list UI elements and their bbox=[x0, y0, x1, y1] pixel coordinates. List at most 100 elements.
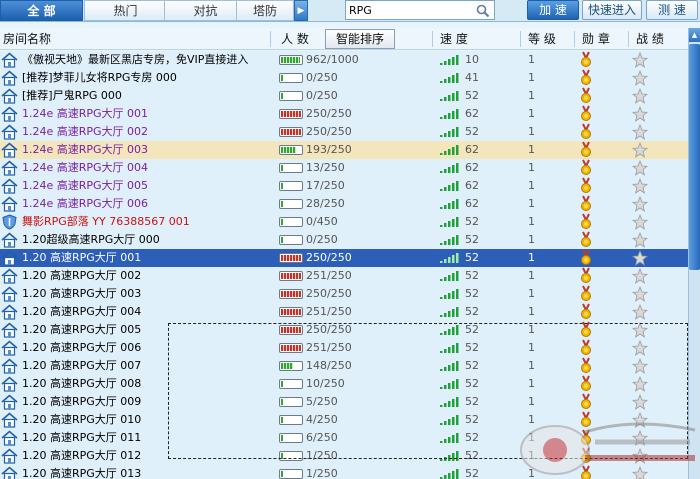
room-row[interactable]: [推荐]梦菲儿女将RPG专房 000 0/250 41 1 bbox=[0, 69, 688, 87]
room-speed: 62 bbox=[465, 107, 479, 120]
tab-tower-defense[interactable]: 塔防 bbox=[236, 0, 294, 21]
room-row[interactable]: 1.24e 高速RPG大厅 006 28/250 62 1 bbox=[0, 195, 688, 213]
tab-hot[interactable]: 热门 bbox=[84, 0, 167, 21]
occupancy-fill bbox=[281, 111, 301, 117]
occupancy-bar bbox=[279, 217, 303, 227]
search-icon[interactable] bbox=[476, 4, 490, 18]
room-name: 1.24e 高速RPG大厅 003 bbox=[22, 143, 149, 156]
signal-icon bbox=[440, 271, 459, 281]
tab-scroll-right-icon[interactable]: ▶ bbox=[294, 0, 308, 21]
occupancy-fill bbox=[281, 435, 283, 441]
occupancy-bar bbox=[279, 163, 303, 173]
record-star-icon bbox=[632, 178, 648, 194]
search-box[interactable] bbox=[345, 0, 495, 20]
scroll-up-icon[interactable]: ▲ bbox=[689, 28, 700, 42]
record-star-icon bbox=[632, 268, 648, 284]
room-name: 1.24e 高速RPG大厅 004 bbox=[22, 161, 149, 174]
search-input[interactable] bbox=[349, 3, 474, 18]
tab-versus[interactable]: 对抗 bbox=[164, 0, 247, 21]
smart-sort-button[interactable]: 智能排序 bbox=[325, 29, 395, 49]
room-row[interactable]: [推荐]尸鬼RPG 000 0/250 52 1 bbox=[0, 87, 688, 105]
room-level: 1 bbox=[528, 161, 535, 174]
room-row[interactable]: 1.20 高速RPG大厅 009 5/250 52 1 bbox=[0, 393, 688, 411]
house-icon bbox=[1, 142, 18, 158]
quick-enter-button[interactable]: 快速进入 bbox=[582, 0, 642, 20]
room-row[interactable]: 《傲视天地》最新区黑店专房，免VIP直接进入 962/1000 10 1 bbox=[0, 51, 688, 69]
room-row[interactable]: 1.20 高速RPG大厅 006 251/250 52 1 bbox=[0, 339, 688, 357]
signal-icon bbox=[440, 343, 459, 353]
room-row[interactable]: 1.20 高速RPG大厅 004 251/250 52 1 bbox=[0, 303, 688, 321]
record-star-icon bbox=[632, 160, 648, 176]
vertical-scrollbar[interactable]: ▲ bbox=[688, 28, 700, 479]
house-icon bbox=[1, 178, 18, 194]
occupancy-bar bbox=[279, 451, 303, 461]
occupancy-fill bbox=[281, 327, 301, 333]
medal-icon bbox=[581, 447, 591, 463]
speed-up-button[interactable]: 加 速 bbox=[527, 0, 579, 20]
record-star-icon bbox=[632, 322, 648, 338]
room-row[interactable]: 1.24e 高速RPG大厅 005 17/250 62 1 bbox=[0, 177, 688, 195]
room-speed: 52 bbox=[465, 341, 479, 354]
room-level: 1 bbox=[528, 359, 535, 372]
room-count: 13/250 bbox=[306, 161, 345, 174]
room-speed: 52 bbox=[465, 449, 479, 462]
room-row[interactable]: 1.20 高速RPG大厅 002 251/250 52 1 bbox=[0, 267, 688, 285]
room-count: 0/250 bbox=[306, 71, 338, 84]
house-icon bbox=[1, 394, 18, 410]
room-speed: 52 bbox=[465, 287, 479, 300]
test-speed-button[interactable]: 测 速 bbox=[646, 0, 698, 20]
room-row[interactable]: 1.20 高速RPG大厅 013 1/250 52 1 bbox=[0, 465, 688, 479]
tab-all[interactable]: 全 部 bbox=[0, 0, 83, 21]
scroll-thumb[interactable] bbox=[689, 44, 700, 270]
signal-icon bbox=[440, 433, 459, 443]
record-star-icon bbox=[632, 52, 648, 68]
room-name: 1.20 高速RPG大厅 002 bbox=[22, 269, 142, 282]
header-divider bbox=[432, 31, 433, 47]
signal-icon bbox=[440, 253, 459, 263]
room-row[interactable]: 1.24e 高速RPG大厅 002 250/250 52 1 bbox=[0, 123, 688, 141]
room-row[interactable]: 1.20 高速RPG大厅 005 250/250 52 1 bbox=[0, 321, 688, 339]
room-row[interactable]: 1.20 高速RPG大厅 003 250/250 52 1 bbox=[0, 285, 688, 303]
room-speed: 52 bbox=[465, 467, 479, 479]
header-level[interactable]: 等 级 bbox=[528, 28, 556, 50]
room-row[interactable]: 1.20 高速RPG大厅 008 10/250 52 1 bbox=[0, 375, 688, 393]
room-row[interactable]: 1.24e 高速RPG大厅 003 193/250 62 1 bbox=[0, 141, 688, 159]
medal-icon bbox=[581, 285, 591, 301]
room-row[interactable]: 1.20 高速RPG大厅 010 4/250 52 1 bbox=[0, 411, 688, 429]
room-level: 1 bbox=[528, 215, 535, 228]
house-icon bbox=[1, 268, 18, 284]
room-row[interactable]: 1.20 高速RPG大厅 012 1/250 52 1 bbox=[0, 447, 688, 465]
room-count: 28/250 bbox=[306, 197, 345, 210]
signal-icon bbox=[440, 451, 459, 461]
house-icon bbox=[1, 124, 18, 140]
medal-icon bbox=[581, 123, 591, 139]
room-name: 1.20 高速RPG大厅 009 bbox=[22, 395, 142, 408]
header-divider bbox=[628, 31, 629, 47]
room-count: 250/250 bbox=[306, 323, 352, 336]
occupancy-fill bbox=[281, 201, 284, 207]
medal-icon bbox=[581, 303, 591, 319]
medal-icon bbox=[581, 465, 591, 479]
room-speed: 52 bbox=[465, 323, 479, 336]
room-name: [推荐]梦菲儿女将RPG专房 000 bbox=[22, 71, 177, 84]
room-speed: 52 bbox=[465, 125, 479, 138]
room-row[interactable]: 舞影RPG部落 YY 76388567 001 0/450 52 1 bbox=[0, 213, 688, 231]
room-speed: 10 bbox=[465, 53, 479, 66]
header-room-name[interactable]: 房间名称 bbox=[3, 28, 51, 50]
room-row[interactable]: 1.20 高速RPG大厅 001 250/250 52 1 bbox=[0, 249, 688, 267]
header-medal[interactable]: 勋 章 bbox=[582, 28, 610, 50]
house-icon bbox=[1, 70, 18, 86]
occupancy-bar bbox=[279, 271, 303, 281]
room-row[interactable]: 1.20 高速RPG大厅 011 6/250 52 1 bbox=[0, 429, 688, 447]
occupancy-bar bbox=[279, 109, 303, 119]
medal-icon bbox=[581, 231, 591, 247]
room-row[interactable]: 1.20超级高速RPG大厅 000 0/250 52 1 bbox=[0, 231, 688, 249]
header-people[interactable]: 人 数 bbox=[281, 28, 309, 50]
room-row[interactable]: 1.20 高速RPG大厅 007 148/250 52 1 bbox=[0, 357, 688, 375]
header-speed[interactable]: 速 度 bbox=[440, 28, 468, 50]
header-record[interactable]: 战 绩 bbox=[636, 28, 664, 50]
room-row[interactable]: 1.24e 高速RPG大厅 001 250/250 62 1 bbox=[0, 105, 688, 123]
room-level: 1 bbox=[528, 341, 535, 354]
room-row[interactable]: 1.24e 高速RPG大厅 004 13/250 62 1 bbox=[0, 159, 688, 177]
signal-icon bbox=[440, 469, 459, 479]
